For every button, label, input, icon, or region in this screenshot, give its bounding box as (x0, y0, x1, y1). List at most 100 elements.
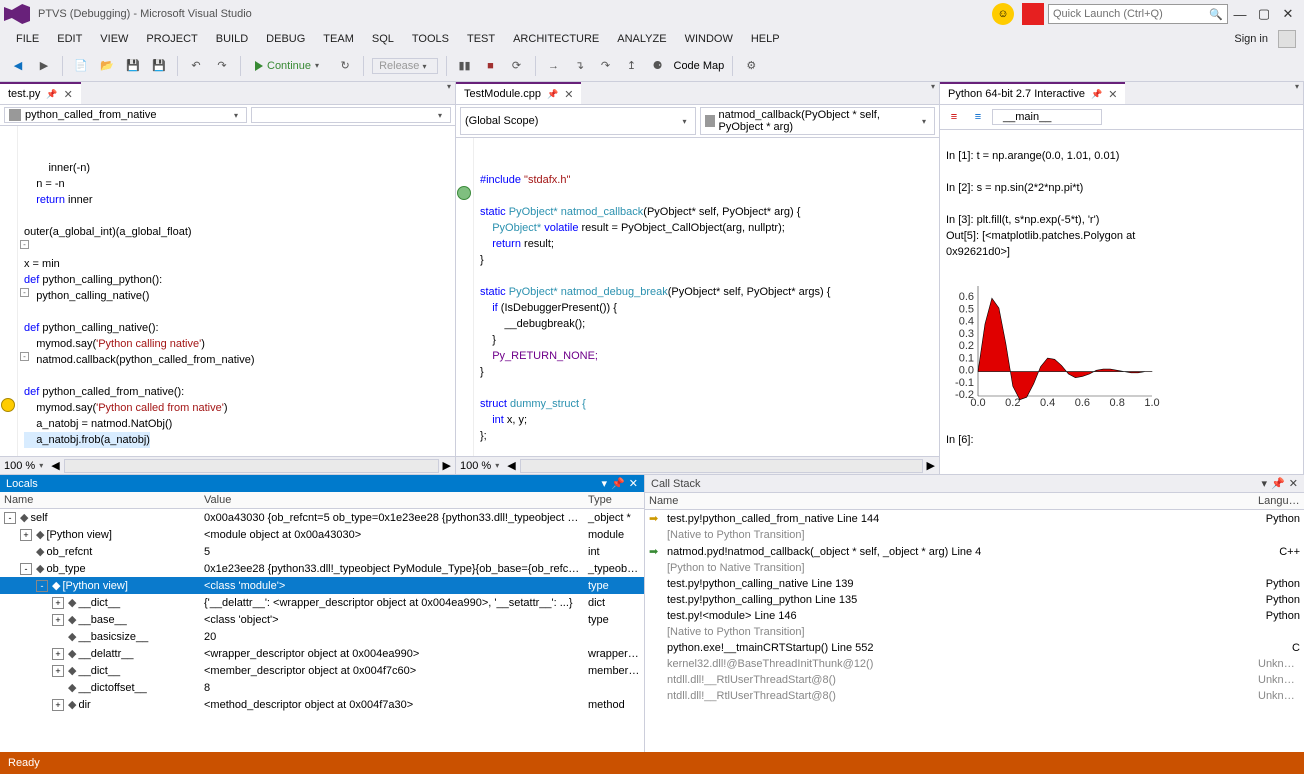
scope-dropdown[interactable]: (Global Scope)▾ (460, 107, 696, 135)
tab-python-interactive[interactable]: Python 64-bit 2.7 Interactive 📌 ✕ (940, 82, 1125, 104)
expand-icon[interactable]: - (4, 512, 16, 524)
fold-icon[interactable]: - (20, 352, 29, 361)
close-tab-icon[interactable]: ✕ (1108, 88, 1117, 101)
member-dropdown[interactable]: natmod_callback(PyObject * self, PyObjec… (700, 107, 936, 135)
callstack-row[interactable]: [Python to Native Transition] (645, 560, 1304, 576)
maximize-button[interactable]: ▢ (1252, 6, 1276, 22)
close-icon[interactable]: ✕ (1289, 477, 1298, 490)
scroll-left-icon[interactable]: ◀ (507, 459, 515, 472)
menu-window[interactable]: WINDOW (677, 31, 741, 47)
menu-build[interactable]: BUILD (208, 31, 256, 47)
undo-icon[interactable]: ↶ (186, 56, 206, 76)
locals-row[interactable]: +◆ __dict__{'__delattr__': <wrapper_desc… (0, 594, 644, 611)
save-icon[interactable]: 💾 (123, 56, 143, 76)
dropdown-icon[interactable]: ▾ (1262, 477, 1268, 490)
locals-grid[interactable]: -◆ self0x00a43030 {ob_refcnt=5 ob_type=0… (0, 509, 644, 752)
callstack-row[interactable]: ➡test.py!python_called_from_native Line … (645, 510, 1304, 527)
expand-icon[interactable]: + (52, 648, 64, 660)
chevron-down-icon[interactable]: ▾ (315, 61, 323, 70)
minimize-button[interactable]: — (1228, 7, 1252, 22)
new-item-icon[interactable]: 📄 (71, 56, 91, 76)
step-into-icon[interactable]: ↴ (570, 56, 590, 76)
reset-icon[interactable]: ≡ (944, 107, 964, 127)
hierarchy-icon[interactable]: ⚈ (648, 56, 668, 76)
locals-row[interactable]: +◆ dir<method_descriptor object at 0x004… (0, 696, 644, 713)
locals-row[interactable]: ◆ __basicsize__20 (0, 628, 644, 645)
nav-forward-icon[interactable]: ▶ (34, 56, 54, 76)
sign-in-link[interactable]: Sign in (1226, 31, 1276, 47)
pin-icon[interactable]: 📌 (1271, 477, 1285, 490)
close-button[interactable]: ✕ (1276, 6, 1300, 22)
h-scrollbar[interactable] (520, 459, 923, 473)
scope-selector[interactable]: __main__ (992, 109, 1102, 125)
pin-icon[interactable]: 📌 (611, 477, 625, 490)
tab-overflow-icon[interactable]: ▾ (447, 82, 455, 104)
redo-icon[interactable]: ↷ (212, 56, 232, 76)
scope-dropdown[interactable]: ▾ (251, 107, 451, 123)
expand-icon[interactable]: - (20, 563, 32, 575)
callstack-row[interactable]: kernel32.dll!@BaseThreadInitThunk@12()Un… (645, 656, 1304, 672)
zoom-level[interactable]: 100 % (460, 460, 491, 472)
tab-testmodule-cpp[interactable]: TestModule.cpp 📌 ✕ (456, 82, 581, 104)
fold-icon[interactable]: - (20, 240, 29, 249)
callstack-row[interactable]: test.py!python_calling_native Line 139Py… (645, 576, 1304, 592)
tab-test-py[interactable]: test.py 📌 ✕ (0, 82, 81, 104)
close-icon[interactable]: ✕ (629, 477, 638, 490)
close-tab-icon[interactable]: ✕ (564, 88, 573, 101)
locals-row[interactable]: +◆ [Python view]<module object at 0x00a4… (0, 526, 644, 543)
locals-row[interactable]: +◆ __delattr__<wrapper_descriptor object… (0, 645, 644, 662)
menu-view[interactable]: VIEW (92, 31, 136, 47)
code-editor[interactable]: inner(-n) n = -n return inner outer(a_gl… (0, 126, 455, 456)
show-next-statement-icon[interactable]: → (544, 56, 564, 76)
locals-row[interactable]: ◆ __dictoffset__8 (0, 679, 644, 696)
menu-help[interactable]: HELP (743, 31, 788, 47)
locals-row[interactable]: -◆ ob_type0x1e23ee28 {python33.dll!_type… (0, 560, 644, 577)
zoom-level[interactable]: 100 % (4, 460, 35, 472)
menu-debug[interactable]: DEBUG (258, 31, 313, 47)
menu-file[interactable]: FILE (8, 31, 47, 47)
pin-icon[interactable]: 📌 (46, 89, 57, 100)
locals-row[interactable]: +◆ __base__<class 'object'>type (0, 611, 644, 628)
menu-project[interactable]: PROJECT (138, 31, 205, 47)
code-map-button[interactable]: Code Map (674, 60, 725, 72)
tools-icon[interactable]: ⚙ (741, 56, 761, 76)
expand-icon[interactable]: + (52, 699, 64, 711)
member-dropdown[interactable]: python_called_from_native▾ (4, 107, 247, 123)
callstack-row[interactable]: ntdll.dll!__RtlUserThreadStart@8()Unknow… (645, 672, 1304, 688)
callstack-row[interactable]: test.py!<module> Line 146Python (645, 608, 1304, 624)
stop-icon[interactable]: ■ (481, 56, 501, 76)
callstack-title-bar[interactable]: Call Stack ▾📌✕ (645, 475, 1304, 493)
config-dropdown[interactable]: Release ▾ (372, 58, 437, 74)
callstack-row[interactable]: ➡natmod.pyd!natmod_callback(_object * se… (645, 543, 1304, 560)
expand-icon[interactable]: + (20, 529, 32, 541)
scroll-right-icon[interactable]: ▶ (443, 459, 451, 472)
notifications-icon[interactable] (1022, 3, 1044, 25)
pin-icon[interactable]: 📌 (547, 89, 558, 100)
open-icon[interactable]: 📂 (97, 56, 117, 76)
close-tab-icon[interactable]: ✕ (64, 88, 73, 101)
menu-sql[interactable]: SQL (364, 31, 402, 47)
user-avatar-icon[interactable] (1278, 30, 1296, 48)
clear-icon[interactable]: ≡ (968, 107, 988, 127)
callstack-row[interactable]: python.exe!__tmainCRTStartup() Line 552C (645, 640, 1304, 656)
nav-back-icon[interactable]: ◀ (8, 56, 28, 76)
code-editor[interactable]: #include "stdafx.h" static PyObject* nat… (456, 138, 939, 456)
pin-icon[interactable]: 📌 (1091, 89, 1102, 100)
expand-icon[interactable]: - (36, 580, 48, 592)
locals-row[interactable]: -◆ self0x00a43030 {ob_refcnt=5 ob_type=0… (0, 509, 644, 526)
refresh-icon[interactable]: ⟳ (507, 56, 527, 76)
scroll-left-icon[interactable]: ◀ (51, 459, 59, 472)
feedback-smile-icon[interactable]: ☺ (992, 3, 1014, 25)
locals-row[interactable]: +◆ __dict__<member_descriptor object at … (0, 662, 644, 679)
locals-row[interactable]: -◆ [Python view]<class 'module'>type (0, 577, 644, 594)
tab-overflow-icon[interactable]: ▾ (931, 82, 939, 104)
locals-row[interactable]: ◆ ob_refcnt5int (0, 543, 644, 560)
menu-architecture[interactable]: ARCHITECTURE (505, 31, 607, 47)
expand-icon[interactable]: + (52, 665, 64, 677)
callstack-row[interactable]: [Native to Python Transition] (645, 527, 1304, 543)
restart-icon[interactable]: ↻ (335, 56, 355, 76)
step-over-icon[interactable]: ↷ (596, 56, 616, 76)
menu-tools[interactable]: TOOLS (404, 31, 457, 47)
menu-analyze[interactable]: ANALYZE (609, 31, 674, 47)
quick-launch-input[interactable]: Quick Launch (Ctrl+Q) 🔍 (1048, 4, 1228, 24)
